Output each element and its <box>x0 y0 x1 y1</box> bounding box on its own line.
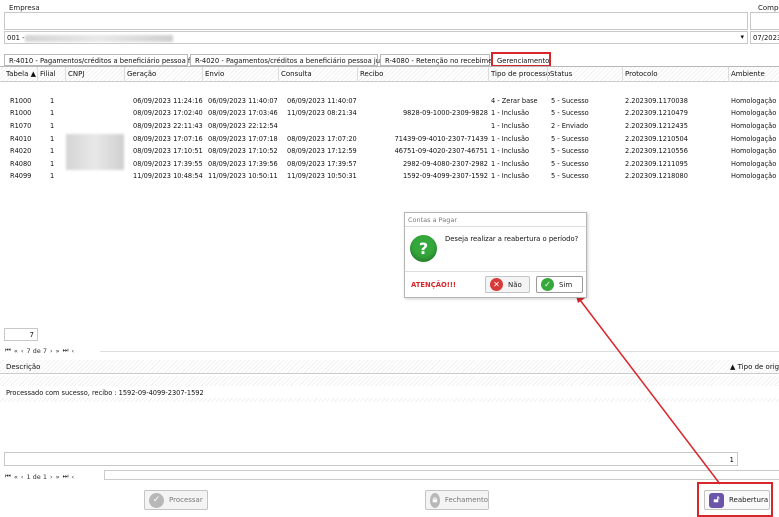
dialog-footer-divider <box>405 271 586 272</box>
dialog-question: Deseja realizar a reabertura o período? <box>445 235 579 243</box>
sim-label: Sim <box>559 280 573 289</box>
close-icon: ✕ <box>490 278 503 291</box>
dialog-title: Contas a Pagar <box>408 216 458 224</box>
annotation-arrow <box>575 293 721 485</box>
sim-button[interactable]: ✓ Sim <box>536 276 583 293</box>
confirm-dialog: Contas a Pagar ? Deseja realizar a reabe… <box>404 212 587 298</box>
dialog-warning: ATENÇÃO!!! <box>411 281 457 289</box>
nao-button[interactable]: ✕ Não <box>485 276 530 293</box>
nao-label: Não <box>508 280 522 289</box>
question-icon: ? <box>410 235 437 262</box>
dialog-divider <box>405 226 586 227</box>
check-icon: ✓ <box>541 278 554 291</box>
